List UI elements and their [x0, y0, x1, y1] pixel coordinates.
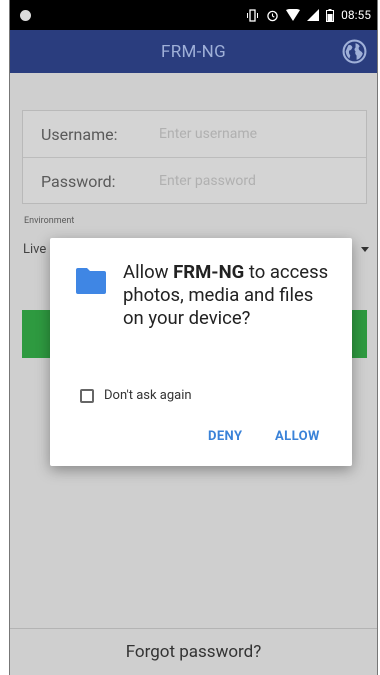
wifi-icon — [286, 9, 301, 21]
status-time: 08:55 — [341, 8, 371, 22]
globe-icon[interactable] — [342, 39, 367, 64]
dont-ask-again-checkbox[interactable] — [80, 389, 94, 403]
allow-button[interactable]: ALLOW — [275, 429, 320, 444]
vibrate-icon — [247, 8, 259, 22]
status-icons: 08:55 — [246, 8, 371, 22]
forgot-password-bar[interactable]: Forgot password? — [10, 628, 377, 675]
app-bar: FRM-NG — [10, 30, 377, 73]
permission-dialog: Allow FRM-NG to access photos, media and… — [50, 238, 352, 466]
password-input[interactable]: Enter password — [159, 173, 256, 189]
alarm-icon — [267, 10, 278, 21]
password-row[interactable]: Password: Enter password — [23, 158, 366, 204]
folder-icon — [76, 268, 106, 294]
battery-icon — [326, 8, 335, 22]
app-title: FRM-NG — [161, 41, 226, 62]
signal-icon — [307, 9, 320, 21]
environment-label: Environment — [24, 216, 75, 226]
username-label: Username: — [41, 124, 118, 144]
notification-dot-icon — [20, 9, 31, 21]
message-prefix: Allow — [123, 261, 174, 283]
permission-message: Allow FRM-NG to access photos, media and… — [123, 261, 338, 330]
password-label: Password: — [41, 171, 116, 191]
username-row[interactable]: Username: Enter username — [23, 111, 366, 158]
device-frame: 08:55 FRM-NG Username: Enter username Pa… — [0, 0, 380, 675]
status-bar: 08:55 — [10, 0, 377, 30]
deny-button[interactable]: DENY — [208, 429, 242, 444]
environment-select[interactable]: Live — [23, 242, 46, 257]
login-form: Username: Enter username Password: Enter… — [22, 110, 367, 204]
app-name: FRM-NG — [173, 261, 245, 283]
username-input[interactable]: Enter username — [159, 126, 257, 142]
dont-ask-again-label[interactable]: Don't ask again — [104, 388, 192, 403]
dropdown-caret-icon[interactable] — [361, 247, 369, 252]
phone-screen: 08:55 FRM-NG Username: Enter username Pa… — [9, 0, 378, 675]
forgot-password-link[interactable]: Forgot password? — [126, 642, 262, 662]
